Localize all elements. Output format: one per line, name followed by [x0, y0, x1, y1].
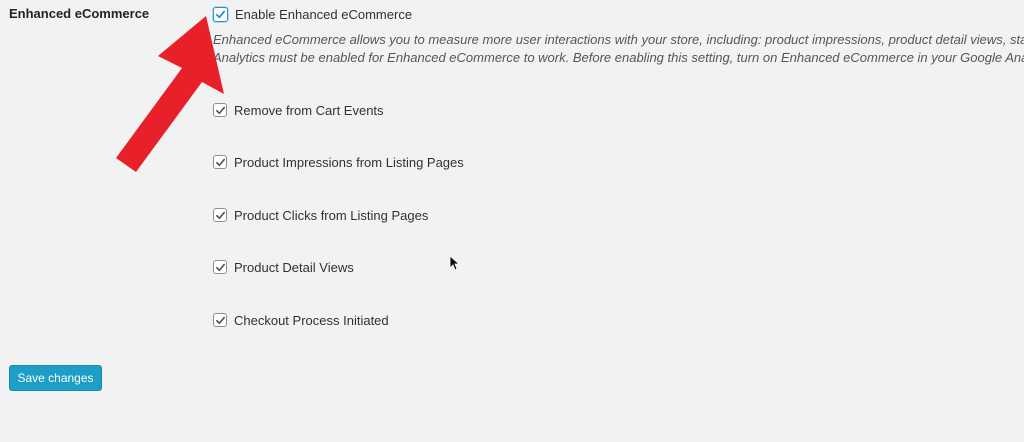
remove-from-cart-option[interactable]: Remove from Cart Events [213, 101, 384, 119]
product-clicks-label: Product Clicks from Listing Pages [234, 207, 429, 223]
description-line-1: Enhanced eCommerce allows you to measure… [213, 32, 1024, 47]
product-clicks-checkbox[interactable] [213, 208, 227, 222]
product-detail-views-label: Product Detail Views [234, 259, 354, 275]
enable-enhanced-ecommerce-label: Enable Enhanced eCommerce [235, 6, 413, 22]
checkmark-icon [215, 263, 225, 271]
checkmark-icon [215, 211, 225, 219]
enable-enhanced-ecommerce-option[interactable]: Enable Enhanced eCommerce [213, 5, 412, 23]
product-detail-views-checkbox[interactable] [213, 260, 227, 274]
red-arrow-icon [116, 16, 224, 172]
save-changes-button[interactable]: Save changes [9, 365, 102, 391]
product-impressions-label: Product Impressions from Listing Pages [234, 154, 464, 170]
checkmark-icon [215, 316, 225, 324]
description-line-2: Analytics must be enabled for Enhanced e… [213, 50, 1024, 65]
remove-from-cart-label: Remove from Cart Events [234, 102, 384, 118]
product-detail-views-option[interactable]: Product Detail Views [213, 258, 354, 276]
checkout-process-checkbox[interactable] [213, 313, 227, 327]
checkout-process-label: Checkout Process Initiated [234, 312, 389, 328]
checkout-process-option[interactable]: Checkout Process Initiated [213, 311, 389, 329]
enhanced-ecommerce-description: Enhanced eCommerce allows you to measure… [213, 31, 1024, 67]
product-impressions-option[interactable]: Product Impressions from Listing Pages [213, 153, 464, 171]
product-clicks-option[interactable]: Product Clicks from Listing Pages [213, 206, 428, 224]
mouse-cursor-icon [449, 255, 459, 271]
